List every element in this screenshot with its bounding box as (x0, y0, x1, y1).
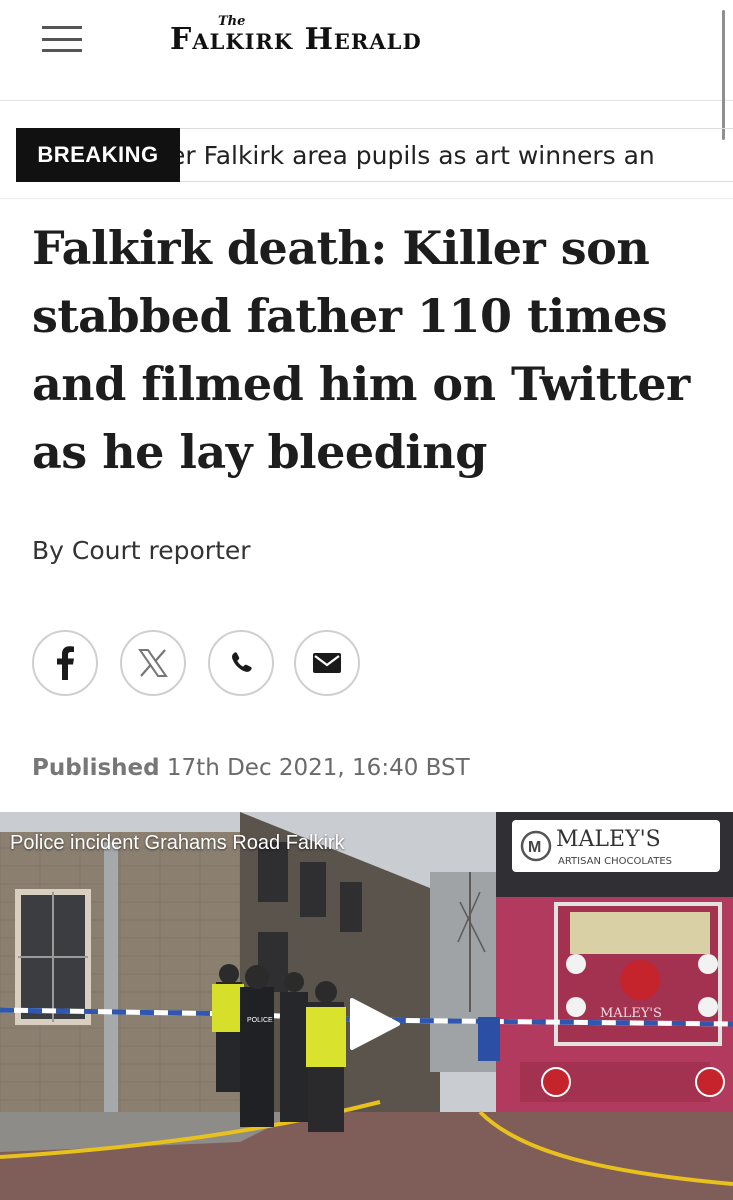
ticker-text[interactable]: er Falkirk area pupils as art winners an (180, 141, 655, 170)
hamburger-menu-icon[interactable] (42, 26, 82, 52)
facebook-share-button[interactable] (32, 630, 98, 696)
video-title: Police incident Grahams Road Falkirk (10, 832, 345, 854)
x-twitter-icon (138, 649, 168, 677)
shop-subtitle: ARTISAN CHOCOLATES (558, 856, 672, 867)
window-sign: MALEY'S (600, 1006, 662, 1021)
breaking-ticker: BREAKING er Falkirk area pupils as art w… (0, 126, 733, 184)
svg-text:M: M (528, 839, 541, 856)
play-icon[interactable] (346, 996, 402, 1052)
breaking-label: BREAKING (16, 128, 180, 182)
ticker-container[interactable]: er Falkirk area pupils as art winners an (180, 128, 733, 182)
email-icon (313, 653, 341, 673)
police-label: POLICE (247, 1017, 273, 1024)
shop-sign: MALEY'S (556, 827, 661, 852)
published-date: 17th Dec 2021, 16:40 BST (166, 755, 470, 781)
scrollbar[interactable] (722, 10, 725, 140)
published-label: Published (32, 755, 160, 781)
whatsapp-share-button[interactable] (208, 630, 274, 696)
article-headline: Falkirk death: Killer son stabbed father… (32, 221, 690, 479)
logo-name: Falkirk Herald (170, 22, 422, 57)
video-player[interactable]: M MALEY'S ARTISAN CHOCOLATES MALEY'S POL… (0, 812, 733, 1200)
facebook-icon (57, 646, 74, 680)
site-logo[interactable]: The Falkirk Herald (170, 8, 570, 68)
whatsapp-icon (232, 652, 252, 672)
email-share-button[interactable] (294, 630, 360, 696)
article-byline: By Court reporter (32, 536, 251, 565)
published-info: Published 17th Dec 2021, 16:40 BST (32, 755, 470, 781)
site-header: The Falkirk Herald (0, 0, 733, 101)
divider (0, 198, 733, 199)
x-share-button[interactable] (120, 630, 186, 696)
